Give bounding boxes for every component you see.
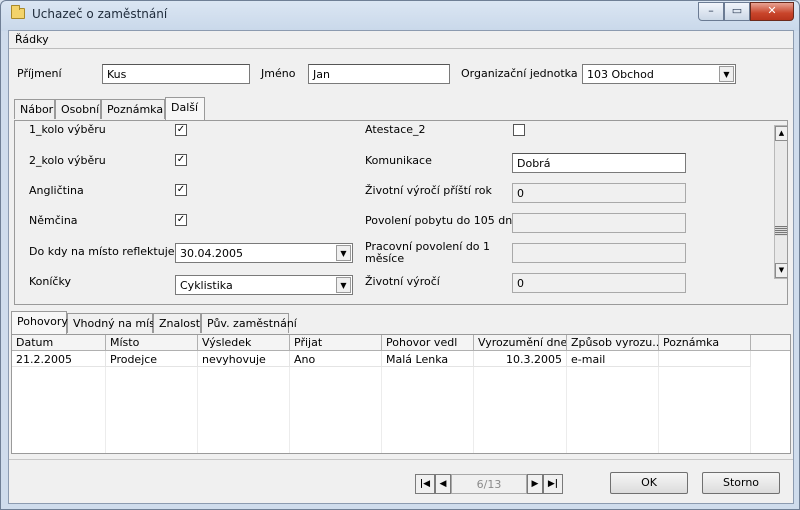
first-record-icon[interactable]: |◀ xyxy=(415,474,435,494)
tab-puv-zamestnani[interactable]: Pův. zaměstnání xyxy=(201,313,297,333)
client-area: Řádky Příjmení Kus Jméno Jan Organizační… xyxy=(8,30,794,504)
prev-record-icon[interactable]: ◀ xyxy=(435,474,451,494)
scroll-thumb[interactable] xyxy=(775,226,787,236)
org-unit-value: 103 Obchod xyxy=(587,68,654,81)
tab-znalosti[interactable]: Znalosti xyxy=(153,313,203,333)
kolo2-label: 2_kolo výběru xyxy=(29,154,106,167)
table-cell[interactable]: e-mail xyxy=(567,351,659,367)
column-header[interactable]: Přijat xyxy=(290,335,382,351)
nemcina-label: Němčina xyxy=(29,214,78,227)
grid-column-line xyxy=(382,367,474,453)
title-bar: Uchazeč o zaměstnání – ▭ ✕ xyxy=(1,1,799,29)
povoleni-field xyxy=(512,213,686,233)
kolo2-checkbox[interactable]: ✓ xyxy=(175,154,187,166)
grid-column-line xyxy=(12,367,106,453)
atestace-label: Atestace_2 xyxy=(365,123,426,136)
reflect-date-select[interactable]: 30.04.2005 ▼ xyxy=(175,243,353,263)
column-header[interactable]: Místo xyxy=(106,335,198,351)
chevron-down-icon[interactable]: ▼ xyxy=(336,277,351,293)
name-label: Jméno xyxy=(261,67,296,80)
close-icon[interactable]: ✕ xyxy=(750,2,794,21)
table-cell[interactable] xyxy=(659,351,751,367)
chevron-down-icon[interactable]: ▼ xyxy=(719,66,734,82)
grid-column-line xyxy=(474,367,567,453)
atestace-checkbox[interactable] xyxy=(513,124,525,136)
grid-column-line xyxy=(290,367,382,453)
pracovni-label-line2: měsíce xyxy=(365,252,405,265)
tab-poznamka[interactable]: Poznámka xyxy=(101,99,165,119)
nemcina-checkbox[interactable]: ✓ xyxy=(175,214,187,226)
column-header[interactable]: Způsob vyrozu... xyxy=(567,335,659,351)
tab-osobni[interactable]: Osobní xyxy=(55,99,101,119)
column-header[interactable]: Pohovor vedl xyxy=(382,335,474,351)
window-title: Uchazeč o zaměstnání xyxy=(32,7,168,21)
tab-dalsi[interactable]: Další xyxy=(165,97,205,120)
tab-nabor[interactable]: Nábor xyxy=(14,99,55,119)
column-header[interactable]: Výsledek xyxy=(198,335,290,351)
tab-vhodny-na-misto[interactable]: Vhodný na místo xyxy=(67,313,166,333)
record-position: 6/13 xyxy=(451,474,527,494)
column-header-filler xyxy=(751,335,790,351)
zivotni-pristi-label: Životní výročí příští rok xyxy=(365,184,492,197)
grid-column-line xyxy=(106,367,198,453)
komunikace-label: Komunikace xyxy=(365,154,432,167)
hobby-label: Koníčky xyxy=(29,275,71,288)
hobby-value: Cyklistika xyxy=(180,279,233,292)
tab-pohovory[interactable]: Pohovory xyxy=(11,311,68,334)
cancel-button[interactable]: Storno xyxy=(702,472,780,494)
grid-column-line xyxy=(567,367,659,453)
name-field[interactable]: Jan xyxy=(308,64,450,84)
details-scrollbar[interactable]: ▲ ▼ xyxy=(774,125,787,279)
org-unit-label: Organizační jednotka xyxy=(461,67,578,80)
last-record-icon[interactable]: ▶| xyxy=(543,474,563,494)
bottom-bar: |◀ ◀ 6/13 ▶ ▶| OK Storno xyxy=(9,459,793,503)
pracovni-field xyxy=(512,243,686,263)
table-cell[interactable]: Prodejce xyxy=(106,351,198,367)
reflect-label: Do kdy na místo reflektuje xyxy=(29,245,175,258)
interviews-grid: Datum Místo Výsledek Přijat Pohovor vedl… xyxy=(11,334,791,454)
scroll-down-icon[interactable]: ▼ xyxy=(775,263,787,278)
maximize-icon[interactable]: ▭ xyxy=(724,2,750,21)
folder-icon xyxy=(11,5,25,19)
kolo1-checkbox[interactable]: ✓ xyxy=(175,124,187,136)
details-panel: 1_kolo výběru ✓ 2_kolo výběru ✓ Angličti… xyxy=(14,120,788,305)
column-header[interactable]: Poznámka xyxy=(659,335,751,351)
surname-field[interactable]: Kus xyxy=(102,64,250,84)
menu-item-radky[interactable]: Řádky xyxy=(15,33,49,46)
zivotni-pristi-field: 0 xyxy=(512,183,686,203)
table-cell[interactable]: Malá Lenka xyxy=(382,351,474,367)
column-header[interactable]: Vyrozumění dne xyxy=(474,335,567,351)
table-cell[interactable]: Ano xyxy=(290,351,382,367)
menu-bar: Řádky xyxy=(9,31,793,49)
next-record-icon[interactable]: ▶ xyxy=(527,474,543,494)
reflect-date-value: 30.04.2005 xyxy=(180,247,243,260)
chevron-down-icon[interactable]: ▼ xyxy=(336,245,351,261)
grid-column-line xyxy=(659,367,751,453)
grid-column-line xyxy=(198,367,290,453)
scroll-up-icon[interactable]: ▲ xyxy=(775,126,787,141)
org-unit-select[interactable]: 103 Obchod ▼ xyxy=(582,64,736,84)
povoleni-label: Povolení pobytu do 105 dní xyxy=(365,214,516,227)
application-window: Uchazeč o zaměstnání – ▭ ✕ Řádky Příjmen… xyxy=(0,0,800,510)
hobby-select[interactable]: Cyklistika ▼ xyxy=(175,275,353,295)
minimize-icon[interactable]: – xyxy=(698,2,724,21)
table-cell[interactable]: 21.2.2005 xyxy=(12,351,106,367)
table-cell[interactable]: 10.3.2005 xyxy=(474,351,567,367)
anglictina-checkbox[interactable]: ✓ xyxy=(175,184,187,196)
anglictina-label: Angličtina xyxy=(29,184,84,197)
table-cell[interactable]: nevyhovuje xyxy=(198,351,290,367)
zivotni-label: Životní výročí xyxy=(365,275,440,288)
ok-button[interactable]: OK xyxy=(610,472,688,494)
kolo1-label: 1_kolo výběru xyxy=(29,123,106,136)
komunikace-field[interactable]: Dobrá xyxy=(512,153,686,173)
column-header[interactable]: Datum xyxy=(12,335,106,351)
zivotni-field: 0 xyxy=(512,273,686,293)
surname-label: Příjmení xyxy=(17,67,62,80)
